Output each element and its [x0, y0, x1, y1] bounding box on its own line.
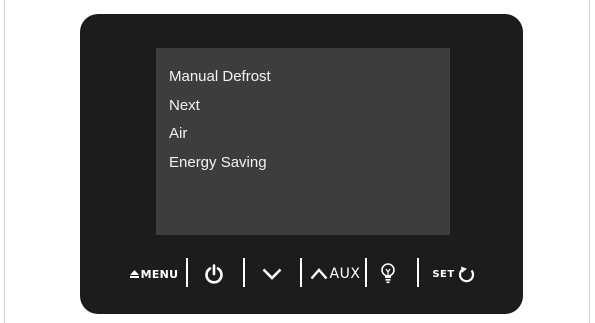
control-panel: Manual Defrost Next Air Energy Saving ME… [80, 14, 523, 314]
chevron-up-icon [310, 268, 328, 280]
menu-label: MENU [140, 267, 179, 281]
menu-list: Manual Defrost Next Air Energy Saving [169, 63, 271, 177]
set-button[interactable]: SET [425, 256, 483, 292]
menu-item-energy-saving[interactable]: Energy Saving [169, 149, 271, 178]
light-bulb-icon [380, 263, 396, 285]
power-icon [204, 263, 224, 285]
up-aux-button[interactable]: AUX [306, 256, 364, 292]
down-button[interactable] [255, 256, 289, 292]
eject-triangle-icon [129, 270, 139, 278]
menu-item-next[interactable]: Next [169, 92, 271, 121]
menu-item-air[interactable]: Air [169, 120, 271, 149]
set-label: SET [432, 268, 455, 280]
menu-button[interactable]: MENU [124, 256, 184, 292]
power-button[interactable] [198, 256, 230, 292]
display-screen: Manual Defrost Next Air Energy Saving [156, 48, 450, 235]
refresh-icon [458, 265, 476, 284]
separator [417, 258, 419, 287]
light-button[interactable] [373, 256, 403, 292]
chevron-down-icon [262, 268, 282, 280]
aux-label: AUX [329, 266, 361, 282]
menu-item-manual-defrost[interactable]: Manual Defrost [169, 63, 271, 92]
separator [300, 258, 302, 287]
separator [243, 258, 245, 287]
separator [186, 258, 188, 287]
separator [365, 258, 367, 287]
button-row: MENU AUX SET [80, 256, 523, 292]
